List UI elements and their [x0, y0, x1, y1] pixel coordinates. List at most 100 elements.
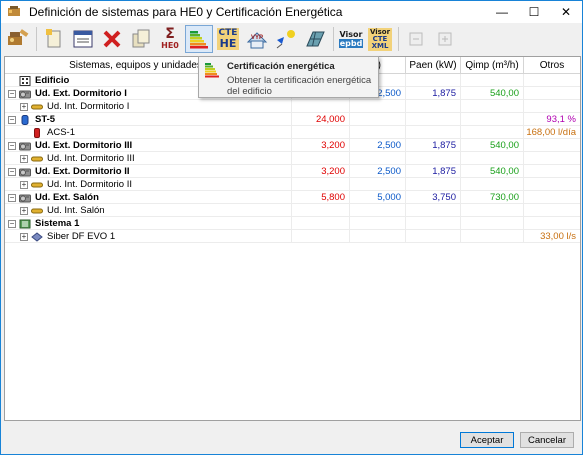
visor-epbd-button[interactable]: Visor epbd: [337, 25, 365, 53]
visor-label: Visor: [339, 30, 363, 39]
row-name-cell[interactable]: + Ud. Int. Salón: [5, 204, 292, 217]
expand-node-toggle[interactable]: +: [20, 232, 28, 241]
import-systems-button[interactable]: [4, 25, 32, 53]
table-row[interactable]: ACS-1 168,00 l/día: [5, 126, 580, 139]
window-title: Definición de sistemas para HE0 y Certif…: [29, 5, 343, 19]
he-label: HE: [219, 37, 237, 50]
collapse-button[interactable]: [402, 25, 430, 53]
outdoor-unit-icon: [19, 141, 31, 151]
row-name-cell[interactable]: − Sistema 1: [5, 217, 292, 230]
row-name-cell[interactable]: + Ud. Int. Dormitorio II: [5, 178, 292, 191]
pcal-cell: [292, 217, 350, 230]
orientation-button[interactable]: [272, 25, 300, 53]
collapse-node-toggle[interactable]: −: [8, 219, 16, 228]
solar-panel-button[interactable]: [301, 25, 329, 53]
otros-cell: [524, 165, 580, 178]
toolbar-separator: [36, 27, 37, 51]
table-row[interactable]: + Ud. Int. Salón: [5, 204, 580, 217]
table-row[interactable]: + Ud. Int. Dormitorio III: [5, 152, 580, 165]
otros-cell: 93,1 %: [546, 114, 576, 125]
table-row[interactable]: − ST-5 24,000 93,1 %: [5, 113, 580, 126]
he0-label: HE0: [161, 41, 179, 50]
expand-node-toggle[interactable]: +: [20, 154, 28, 163]
table-row[interactable]: + Ud. Int. Dormitorio II: [5, 178, 580, 191]
delete-item-button[interactable]: [98, 25, 126, 53]
ventilation-unit-icon: [31, 231, 43, 242]
tools-icon: [8, 29, 29, 45]
collapse-node-toggle[interactable]: −: [8, 115, 16, 124]
energy-rating-icon: [190, 31, 208, 49]
maximize-button[interactable]: ☐: [518, 1, 550, 23]
column-header-paen[interactable]: Paen (kW): [406, 57, 461, 74]
table-row[interactable]: − Ud. Ext. Salón 5,800 5,000 3,750 730,00: [5, 191, 580, 204]
pref-cell: [350, 126, 406, 139]
paen-cell: [406, 126, 461, 139]
pcal-cell: [292, 178, 350, 191]
indoor-unit-icon: [31, 180, 43, 190]
pcal-cell: [292, 152, 350, 165]
column-header-qimp[interactable]: Qimp (m³/h): [461, 57, 524, 74]
row-name-cell[interactable]: + Siber DF EVO 1: [5, 230, 292, 243]
pref-cell: [350, 113, 406, 126]
new-item-button[interactable]: [40, 25, 68, 53]
expand-node-toggle[interactable]: +: [20, 180, 28, 189]
toolbar-separator: [333, 27, 334, 51]
close-button[interactable]: ✕: [550, 1, 582, 23]
hot-water-icon: [31, 127, 43, 138]
table-row[interactable]: + Siber DF EVO 1 33,00 l/s: [5, 230, 580, 243]
paen-cell: 1,875: [406, 139, 461, 152]
minimize-button[interactable]: —: [486, 1, 518, 23]
collapse-node-toggle[interactable]: −: [8, 141, 16, 150]
compass-sun-icon: [276, 30, 295, 49]
row-name-cell[interactable]: − Ud. Ext. Salón: [5, 191, 292, 204]
qimp-cell: [461, 178, 524, 191]
accept-button[interactable]: Aceptar: [460, 432, 514, 448]
systems-grid[interactable]: Sistemas, equipos y unidades termi W) Pa…: [4, 56, 581, 421]
collapse-node-toggle[interactable]: −: [8, 167, 16, 176]
row-name-cell[interactable]: − Ud. Ext. Dormitorio II: [5, 165, 292, 178]
tooltip-description: Obtener la certificación energética del …: [227, 75, 372, 97]
cte-he-button[interactable]: CTE HE: [214, 25, 242, 53]
pcal-cell: [292, 204, 350, 217]
expand-node-toggle[interactable]: +: [20, 102, 28, 111]
visor-cte-xml-button[interactable]: Visor CTE XML: [366, 25, 394, 53]
expand-button[interactable]: [431, 25, 459, 53]
column-header-otros[interactable]: Otros: [524, 57, 580, 74]
paen-cell: [406, 113, 461, 126]
delete-icon: [103, 30, 121, 48]
expand-node-toggle[interactable]: +: [20, 206, 28, 215]
table-row[interactable]: − Ud. Ext. Dormitorio III 3,200 2,500 1,875 5…: [5, 139, 580, 152]
otros-cell: [524, 100, 580, 113]
row-label: Sistema 1: [35, 218, 80, 229]
otros-cell: 33,00 l/s: [540, 231, 576, 242]
row-label: Edificio: [35, 75, 70, 86]
row-name-cell[interactable]: − ST-5: [5, 113, 292, 126]
pref-cell: 2,500: [350, 139, 406, 152]
cancel-button[interactable]: Cancelar: [520, 432, 574, 448]
row-label: ST-5: [35, 114, 56, 125]
copy-item-button[interactable]: [127, 25, 155, 53]
row-name-cell[interactable]: − Ud. Ext. Dormitorio III: [5, 139, 292, 152]
vyp-button[interactable]: VYP: [243, 25, 271, 53]
collapse-icon: [409, 32, 423, 46]
collapse-node-toggle[interactable]: −: [8, 89, 16, 98]
pcal-cell: 3,200: [292, 165, 350, 178]
expand-icon: [438, 32, 452, 46]
pcal-cell: 5,800: [292, 191, 350, 204]
vyp-label: VYP: [251, 35, 264, 41]
he0-sum-button[interactable]: Σ HE0: [156, 25, 184, 53]
table-row[interactable]: − Ud. Ext. Dormitorio II 3,200 2,500 1,875 54…: [5, 165, 580, 178]
toolbar: Σ HE0 CTE HE VYP Visor epbd Visor CTE XM…: [1, 24, 582, 54]
collapse-node-toggle[interactable]: −: [8, 193, 16, 202]
otros-cell: [524, 74, 580, 87]
energy-certification-button[interactable]: [185, 25, 213, 53]
row-name-cell[interactable]: + Ud. Int. Dormitorio I: [5, 100, 292, 113]
toolbar-separator: [398, 27, 399, 51]
row-name-cell[interactable]: + Ud. Int. Dormitorio III: [5, 152, 292, 165]
edit-item-button[interactable]: [69, 25, 97, 53]
table-row[interactable]: − Sistema 1: [5, 217, 580, 230]
row-name-cell[interactable]: ACS-1: [5, 126, 292, 139]
row-label: Ud. Int. Dormitorio I: [47, 101, 130, 112]
table-row[interactable]: + Ud. Int. Dormitorio I: [5, 100, 580, 113]
row-label: Ud. Int. Dormitorio II: [47, 179, 132, 190]
